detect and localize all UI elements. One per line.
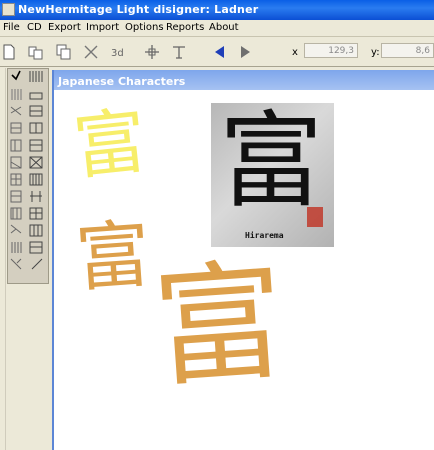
3d-icon: 3d <box>111 48 124 59</box>
y-label: y: <box>371 47 380 58</box>
cut-button[interactable] <box>82 43 100 61</box>
svg-text:3d: 3d <box>111 48 124 59</box>
stitch-pattern-icons <box>10 70 43 270</box>
title-bar: NewHermitage Light disigner: Ladner <box>0 0 434 20</box>
window-title: NewHermitage Light disigner: Ladner <box>18 3 259 16</box>
forward-button[interactable] <box>236 43 254 61</box>
text-tool-button[interactable] <box>170 43 188 61</box>
ink-kanji: 富 <box>219 103 324 222</box>
y-coordinate-field[interactable]: 8,6 <box>381 43 434 58</box>
kanji-yellow[interactable]: 富 <box>70 98 150 189</box>
seal-stamp <box>307 207 323 227</box>
3d-button[interactable]: 3d <box>109 43 127 61</box>
menu-bar: File CD Export Import Options Reports Ab… <box>0 20 434 37</box>
menu-options[interactable]: Options <box>125 22 164 33</box>
menu-cd[interactable]: CD <box>27 22 42 33</box>
stitch-palette <box>7 68 49 284</box>
crosshair-icon <box>145 45 159 59</box>
arrow-right-icon <box>241 46 250 58</box>
x-label: x <box>292 47 298 58</box>
text-cursor-icon <box>173 46 185 59</box>
page-icon <box>3 44 15 60</box>
x-coordinate-field[interactable]: 129,3 <box>304 43 358 58</box>
photo-signature: Hirarema <box>245 231 284 240</box>
menu-import[interactable]: Import <box>86 22 119 33</box>
app-icon <box>2 3 15 16</box>
kanji-orange-large[interactable]: 富 <box>149 245 289 406</box>
calligraphy-photo[interactable]: 富 Hirarema <box>211 103 334 247</box>
document-title: Japanese Characters <box>54 70 434 90</box>
scissors-icon <box>84 45 98 59</box>
document-window: Japanese Characters 富 富 富 富 Hirarema <box>52 70 434 450</box>
copy-button[interactable] <box>55 43 73 61</box>
add-point-button[interactable] <box>143 43 161 61</box>
toolbar: 3d x 129,3 y: 8,6 <box>0 37 434 67</box>
open-button[interactable] <box>27 43 45 61</box>
menu-export[interactable]: Export <box>48 22 81 33</box>
menu-file[interactable]: File <box>3 22 20 33</box>
pages-icon <box>28 46 43 60</box>
back-button[interactable] <box>211 43 229 61</box>
kanji-orange-small[interactable]: 富 <box>73 212 153 303</box>
left-dock <box>0 68 6 450</box>
new-document-button[interactable] <box>0 43 18 61</box>
copy-icon <box>56 44 71 60</box>
arrow-left-icon <box>215 46 224 58</box>
menu-about[interactable]: About <box>209 22 239 33</box>
menu-reports[interactable]: Reports <box>166 22 204 33</box>
